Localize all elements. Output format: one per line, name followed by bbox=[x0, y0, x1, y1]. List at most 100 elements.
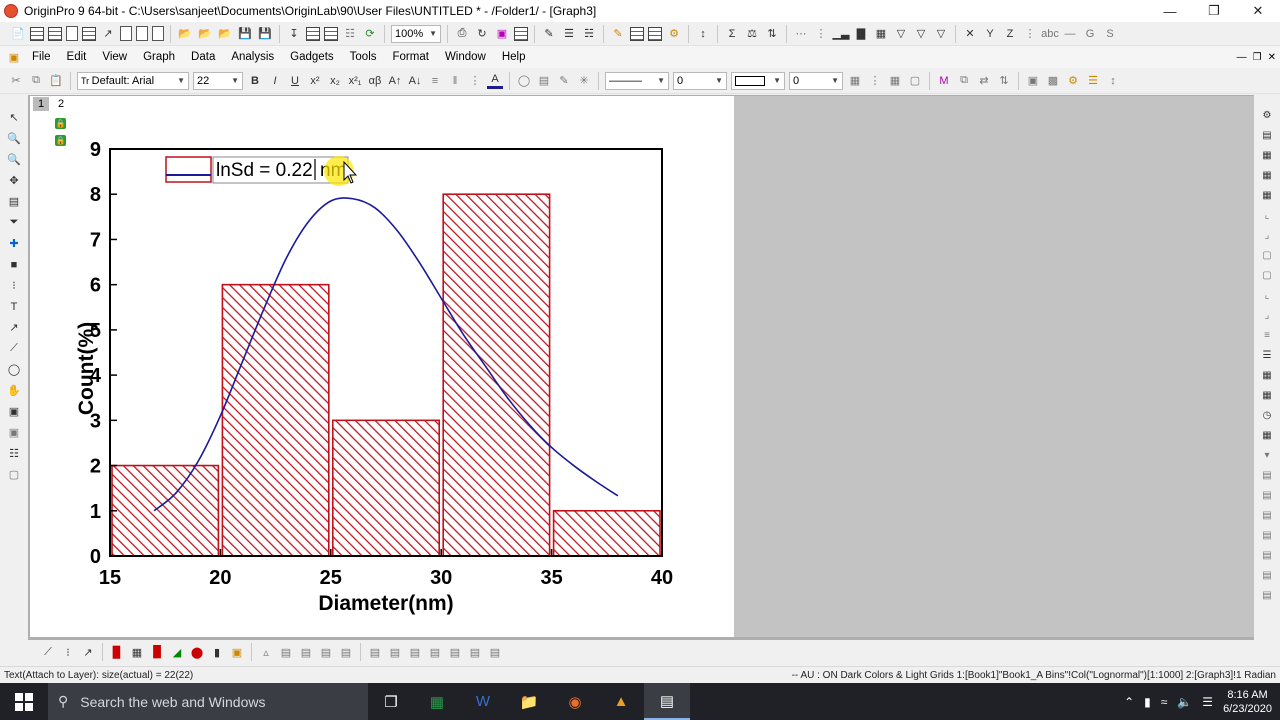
set-z-icon[interactable]: Z bbox=[1002, 26, 1018, 42]
set-column-values-icon[interactable]: ⋯ bbox=[793, 26, 809, 42]
supersubscript-button[interactable]: x²₁ bbox=[347, 73, 363, 89]
paste-icon[interactable]: 📋 bbox=[48, 73, 64, 89]
new-3d-icon[interactable] bbox=[152, 26, 164, 41]
line-width-select[interactable]: 0 ▼ bbox=[673, 71, 727, 90]
hand-tool-icon[interactable]: ✋ bbox=[6, 382, 22, 399]
histogram-bar-5[interactable] bbox=[552, 509, 661, 557]
layer-management-icon[interactable] bbox=[514, 26, 528, 41]
command-window-icon[interactable]: ✎ bbox=[610, 26, 626, 42]
layer-icon[interactable]: ⚙ bbox=[1259, 106, 1275, 124]
set-error-icon[interactable]: ⋮ bbox=[1022, 26, 1038, 42]
set-subject-icon[interactable]: S bbox=[1102, 26, 1118, 42]
menu-view[interactable]: View bbox=[94, 51, 135, 63]
tilt-icon[interactable]: ▤ bbox=[387, 644, 403, 660]
new-project-icon[interactable]: 📄 bbox=[10, 26, 26, 42]
extract-layers-icon[interactable]: ▦ bbox=[1259, 166, 1275, 184]
new-matrix-icon[interactable] bbox=[82, 26, 96, 41]
italic-button[interactable]: I bbox=[267, 73, 283, 89]
set-disregard-icon[interactable]: — bbox=[1062, 26, 1078, 42]
increase-font-icon[interactable]: A↑ bbox=[387, 73, 403, 89]
fill-color-icon[interactable]: ◯ bbox=[516, 73, 532, 89]
code-builder-icon[interactable]: ✎ bbox=[541, 26, 557, 42]
column-plot-icon[interactable]: ▉ bbox=[109, 644, 125, 660]
bold-button[interactable]: B bbox=[247, 73, 263, 89]
open-icon[interactable]: 📂 bbox=[177, 26, 193, 42]
copy-icon[interactable]: ⧉ bbox=[28, 73, 44, 89]
scale-bar-icon[interactable]: ▦ bbox=[1259, 386, 1275, 404]
line-plot-icon[interactable]: ⟋ bbox=[40, 644, 56, 660]
merge-icon[interactable]: M bbox=[936, 73, 952, 89]
battery-icon[interactable]: ▮ bbox=[1144, 695, 1151, 709]
zoom-select[interactable]: 100% ▼ bbox=[391, 24, 441, 43]
print-icon[interactable]: ⎙ bbox=[454, 26, 470, 42]
unmerge-icon[interactable]: ⧉ bbox=[956, 73, 972, 89]
pattern-icon[interactable]: ▤ bbox=[536, 73, 552, 89]
import-ascii-icon[interactable] bbox=[306, 26, 320, 41]
font-select[interactable]: Tr Default: Arial ▼ bbox=[77, 71, 189, 90]
contour-icon[interactable]: ▤ bbox=[318, 644, 334, 660]
shadow-icon[interactable]: ✳ bbox=[576, 73, 592, 89]
fill-column-icon[interactable]: ⋮ bbox=[813, 26, 829, 42]
stack-plot-icon[interactable]: ▦ bbox=[129, 644, 145, 660]
wifi-icon[interactable]: ≈ bbox=[1161, 695, 1168, 709]
fill-pattern-icon[interactable]: ▦ bbox=[847, 73, 863, 89]
subscript-button[interactable]: x₂ bbox=[327, 73, 343, 89]
x-axis-title[interactable]: Diameter(nm) bbox=[318, 592, 453, 615]
align-bottom-icon[interactable]: ▤ bbox=[1259, 566, 1275, 584]
insert-table-icon[interactable]: ▣ bbox=[6, 424, 22, 441]
data-cursor-icon[interactable]: ✚ bbox=[6, 235, 22, 252]
column-chart-icon[interactable]: ▇ bbox=[853, 26, 869, 42]
open-template-icon[interactable]: 📂 bbox=[197, 26, 213, 42]
app-taskbar-icon[interactable]: ▲ bbox=[598, 683, 644, 720]
perspective-icon[interactable]: ▤ bbox=[407, 644, 423, 660]
filter-icon[interactable]: ▽ bbox=[893, 26, 909, 42]
set-group-icon[interactable]: G bbox=[1082, 26, 1098, 42]
add-inset-icon[interactable]: ▢ bbox=[1259, 246, 1275, 264]
menu-tools[interactable]: Tools bbox=[342, 51, 385, 63]
legend-text[interactable]: lnSd = 0.22 bbox=[216, 160, 313, 181]
align-center-icon[interactable]: ▤ bbox=[1259, 586, 1275, 604]
rescale-layer-icon[interactable]: ⌞ bbox=[1259, 286, 1275, 304]
menu-data[interactable]: Data bbox=[183, 51, 223, 63]
template-library-icon[interactable]: ▣ bbox=[229, 644, 245, 660]
align-right-icon[interactable]: ▤ bbox=[1259, 526, 1275, 544]
new-layout-icon[interactable] bbox=[120, 26, 132, 41]
3d-bar-icon[interactable]: ▤ bbox=[278, 644, 294, 660]
line-color-icon[interactable]: ✎ bbox=[556, 73, 572, 89]
line-tool-icon[interactable]: ⟋ bbox=[6, 340, 22, 357]
sort-icon[interactable]: ⚖ bbox=[744, 26, 760, 42]
script-window-icon[interactable] bbox=[630, 26, 644, 41]
histogram-plot-icon[interactable]: █ bbox=[149, 644, 165, 660]
border-width-select[interactable]: 0 ▼ bbox=[789, 71, 843, 90]
region-tool-icon[interactable]: ■ bbox=[6, 256, 22, 273]
y-axis-title[interactable]: Count(%) bbox=[75, 322, 98, 415]
line-symbol-plot-icon[interactable]: ↗ bbox=[80, 644, 96, 660]
decrease-font-icon[interactable]: A↓ bbox=[407, 73, 423, 89]
sort-columns-icon[interactable]: ⇅ bbox=[764, 26, 780, 42]
import-icon[interactable]: ↧ bbox=[286, 26, 302, 42]
text-column-icon[interactable]: ‖ bbox=[447, 73, 463, 89]
pointer-tool-icon[interactable]: ↖ bbox=[6, 109, 22, 126]
menu-graph[interactable]: Graph bbox=[135, 51, 183, 63]
mdi-minimize-icon[interactable]: — bbox=[1237, 52, 1247, 63]
import-multiple-icon[interactable] bbox=[324, 26, 338, 41]
minimize-button[interactable]: — bbox=[1148, 0, 1192, 22]
duplicate-icon[interactable]: ▣ bbox=[494, 26, 510, 42]
group-layers-icon[interactable]: ▤ bbox=[1259, 466, 1275, 484]
pattern-width-icon[interactable]: ⋮ bbox=[867, 73, 883, 89]
align-top-icon[interactable]: ▤ bbox=[1259, 546, 1275, 564]
set-x-icon[interactable]: ✕ bbox=[962, 26, 978, 42]
mask-icon[interactable]: ▤ bbox=[447, 644, 463, 660]
data-selector-icon[interactable]: ⏷ bbox=[6, 214, 22, 231]
filter-remove-icon[interactable]: ▽ bbox=[933, 26, 949, 42]
3d-scatter-icon[interactable]: ▤ bbox=[298, 644, 314, 660]
merge-graphs-icon[interactable]: ▦ bbox=[1259, 146, 1275, 164]
add-column-icon[interactable]: ↕ bbox=[695, 26, 711, 42]
new-function-icon[interactable] bbox=[136, 26, 148, 41]
histogram-chart[interactable]: 0123456789 15 20 25 30 35 40 Count(%) Diamete… bbox=[30, 96, 734, 637]
group-icon[interactable]: ▣ bbox=[1025, 73, 1041, 89]
histogram-bar-2[interactable] bbox=[221, 283, 330, 557]
set-y-icon[interactable]: Y bbox=[982, 26, 998, 42]
menu-edit[interactable]: Edit bbox=[59, 51, 95, 63]
swap-mask-icon[interactable]: ▤ bbox=[487, 644, 503, 660]
